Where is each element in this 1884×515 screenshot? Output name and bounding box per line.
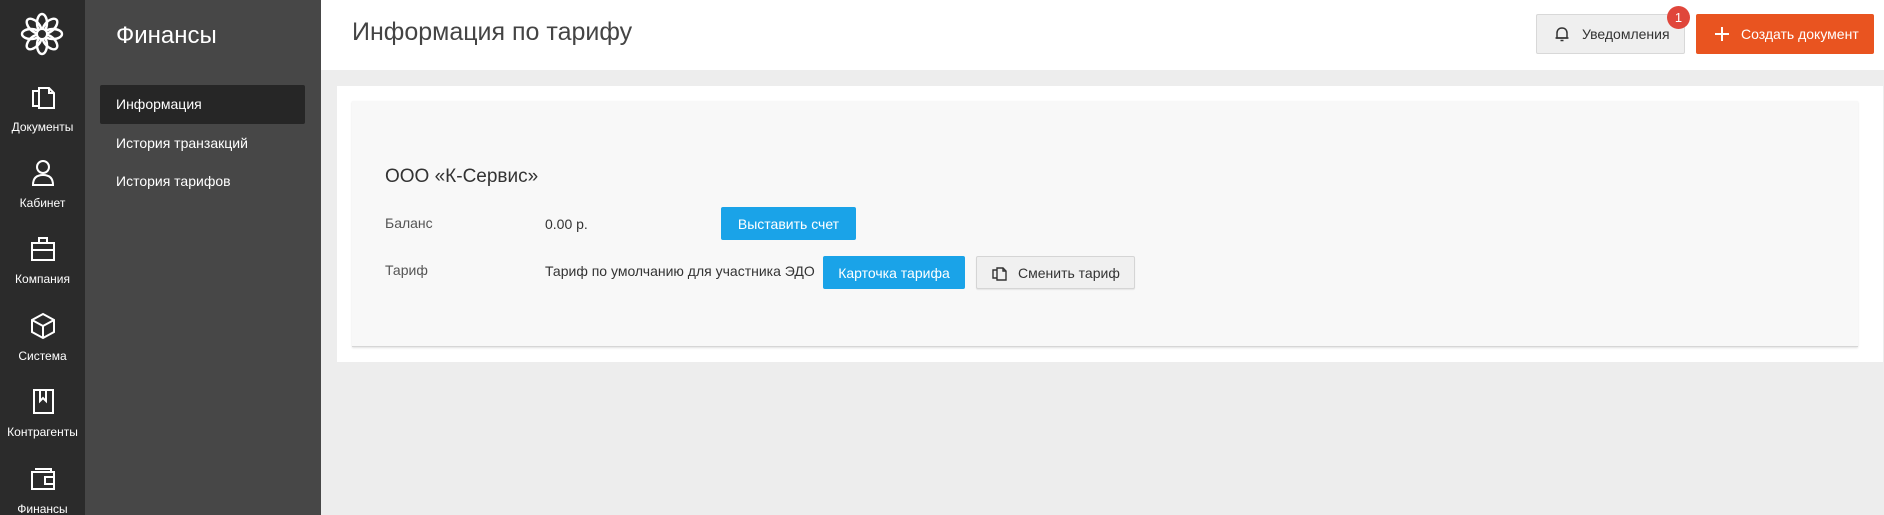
notifications-count-badge: 1 xyxy=(1667,6,1690,29)
issue-invoice-button[interactable]: Выставить счет xyxy=(721,207,856,240)
copy-icon xyxy=(992,267,1007,281)
wallet-icon xyxy=(28,464,58,494)
user-icon xyxy=(28,158,58,188)
rail-item-company[interactable]: Компания xyxy=(0,234,85,304)
content-panel: ООО «К-Сервис» Баланс 0.00 р. Выставить … xyxy=(337,86,1883,362)
tariff-value: Тариф по умолчанию для участника ЭДО xyxy=(545,263,815,279)
rail-item-label: Финансы xyxy=(17,502,68,515)
documents-icon xyxy=(28,82,58,112)
section-sidebar: Финансы Информация История транзакций Ис… xyxy=(85,0,321,515)
create-document-button[interactable]: Создать документ xyxy=(1696,14,1874,54)
rail-item-label: Система xyxy=(18,349,67,363)
rail-item-counterparties[interactable]: Контрагенты xyxy=(0,387,85,457)
briefcase-icon xyxy=(28,234,58,264)
page-title: Информация по тарифу xyxy=(352,18,633,46)
change-tariff-label: Сменить тариф xyxy=(1018,264,1120,281)
plus-icon xyxy=(1715,27,1729,41)
sidebar-item-tariff-history[interactable]: История тарифов xyxy=(100,162,305,201)
bell-icon xyxy=(1555,27,1569,42)
tariff-label: Тариф xyxy=(385,262,428,278)
icon-rail: Документы Кабинет Компания Система Контр… xyxy=(0,0,85,515)
rail-item-system[interactable]: Система xyxy=(0,311,85,381)
bookmark-book-icon xyxy=(28,387,58,417)
notifications-label: Уведомления xyxy=(1582,26,1670,42)
sidebar-title: Финансы xyxy=(116,22,217,49)
sidebar-item-information[interactable]: Информация xyxy=(100,85,305,124)
rail-item-documents[interactable]: Документы xyxy=(0,82,85,152)
rail-item-label: Кабинет xyxy=(19,196,66,210)
notifications-button[interactable]: Уведомления xyxy=(1536,14,1685,54)
balance-label: Баланс xyxy=(385,215,433,231)
tariff-card-button[interactable]: Карточка тарифа xyxy=(823,256,965,289)
rail-item-label: Контрагенты xyxy=(7,425,78,439)
rail-item-label: Документы xyxy=(11,120,74,134)
balance-value: 0.00 р. xyxy=(545,216,588,232)
rail-item-finance[interactable]: Финансы xyxy=(0,464,85,515)
cube-icon xyxy=(28,311,58,341)
rail-item-label: Компания xyxy=(15,272,70,286)
sidebar-item-transaction-history[interactable]: История транзакций xyxy=(100,124,305,163)
tariff-info-card: ООО «К-Сервис» Баланс 0.00 р. Выставить … xyxy=(352,101,1858,347)
create-document-label: Создать документ xyxy=(1741,26,1859,42)
change-tariff-button[interactable]: Сменить тариф xyxy=(976,256,1135,289)
app-logo-icon[interactable] xyxy=(19,11,65,57)
company-name: ООО «К-Сервис» xyxy=(385,166,539,187)
rail-item-cabinet[interactable]: Кабинет xyxy=(0,158,85,228)
page-header: Информация по тарифу Уведомления 1 Созда… xyxy=(321,0,1884,70)
